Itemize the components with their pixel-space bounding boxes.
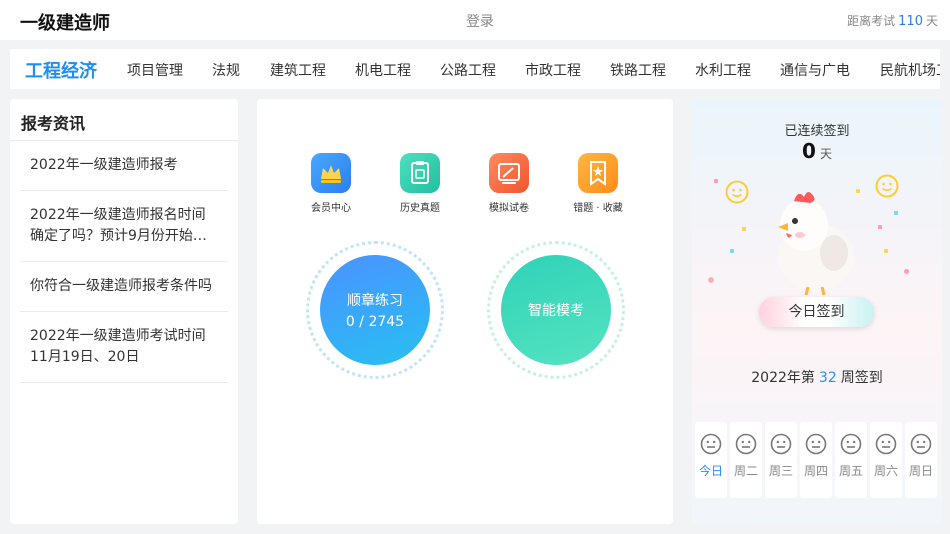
smart-mock-exam-label: 智能模考	[528, 303, 584, 319]
neutral-face-icon	[735, 433, 757, 455]
news-item[interactable]: 2022年一级建造师报名时间确定了吗？预计9月份开始报名	[20, 191, 228, 262]
practice-panel: 会员中心 历史真题 模拟试卷 错题 · 收藏 顺章练习 0 / 2745 智能模…	[257, 99, 673, 524]
chapter-practice-button[interactable]: 顺章练习 0 / 2745	[306, 241, 444, 379]
day-saturday[interactable]: 周六	[870, 422, 902, 498]
member-center-button[interactable]: 会员中心	[291, 153, 371, 214]
streak-unit: 天	[819, 147, 832, 161]
tab-engineering-economics[interactable]: 工程经济	[25, 57, 97, 83]
confetti	[730, 249, 734, 253]
countdown-unit: 天	[925, 14, 938, 28]
news-list: 2022年一级建造师报考 2022年一级建造师报名时间确定了吗？预计9月份开始报…	[20, 141, 228, 383]
week-year-prefix: 2022年第	[751, 370, 815, 386]
news-item-text: 2022年一级建造师报名时间确定了吗？预计9月份开始报名	[30, 207, 207, 244]
subject-tabs: 工程经济 项目管理 法规 建筑工程 机电工程 公路工程 市政工程 铁路工程 水利…	[10, 49, 940, 89]
tab-mechanical-electrical[interactable]: 机电工程	[355, 60, 411, 80]
confetti	[884, 249, 888, 253]
confetti	[878, 225, 882, 229]
mock-papers-label: 模拟试卷	[489, 203, 529, 214]
checkin-panel: 已连续签到 0天 今日签到 2022年第 32 周签到 今日 周二 周三 周四 …	[692, 99, 942, 524]
tab-railway-engineering[interactable]: 铁路工程	[610, 60, 666, 80]
day-label: 周二	[733, 464, 758, 478]
day-label: 周三	[768, 464, 793, 478]
week-number: 32	[818, 370, 837, 386]
pencil-board-icon	[489, 153, 529, 193]
top-bar: 一级建造师 登录 距离考试 110 天	[0, 0, 950, 40]
mistakes-favorites-label: 错题 · 收藏	[573, 203, 623, 214]
streak-label: 已连续签到	[784, 124, 850, 139]
mock-papers-button[interactable]: 模拟试卷	[469, 153, 549, 214]
streak-count-line: 0天	[692, 139, 942, 163]
day-friday[interactable]: 周五	[835, 422, 867, 498]
mistakes-favorites-button[interactable]: 错题 · 收藏	[558, 153, 638, 214]
exam-countdown: 距离考试 110 天	[847, 12, 938, 29]
day-sunday[interactable]: 周日	[905, 422, 937, 498]
tab-building-engineering[interactable]: 建筑工程	[270, 60, 326, 80]
news-item-text: 2022年一级建造师报考	[30, 157, 178, 173]
neutral-face-icon	[770, 433, 792, 455]
news-item-text: 2022年一级建造师考试时间11月19日、20日	[30, 328, 206, 365]
exam-paper-icon	[400, 153, 440, 193]
day-thursday[interactable]: 周四	[800, 422, 832, 498]
news-item-text: 你符合一级建造师报考条件吗	[30, 278, 212, 294]
confetti	[714, 179, 718, 183]
day-tuesday[interactable]: 周二	[730, 422, 762, 498]
day-label: 周四	[803, 464, 828, 478]
day-label: 今日	[698, 464, 723, 478]
week-checkin-title: 2022年第 32 周签到	[692, 367, 942, 387]
member-center-label: 会员中心	[311, 203, 351, 214]
news-item[interactable]: 你符合一级建造师报考条件吗	[20, 262, 228, 312]
streak-count: 0	[802, 139, 816, 163]
past-exams-label: 历史真题	[400, 203, 440, 214]
chapter-practice-label: 顺章练习	[347, 293, 403, 309]
confetti	[904, 269, 909, 274]
news-title: 报考资讯	[21, 114, 86, 133]
chapter-practice-progress: 0 / 2745	[345, 314, 405, 330]
neutral-face-icon	[840, 433, 862, 455]
day-label: 周六	[873, 464, 898, 478]
tab-regulations[interactable]: 法规	[212, 60, 240, 80]
weekday-checkin-row: 今日 周二 周三 周四 周五 周六 周日	[695, 422, 941, 498]
tab-municipal-engineering[interactable]: 市政工程	[525, 60, 581, 80]
tab-water-conservancy[interactable]: 水利工程	[695, 60, 751, 80]
bookmark-star-icon	[578, 153, 618, 193]
chapter-practice-circle: 顺章练习 0 / 2745	[320, 255, 430, 365]
week-suffix: 周签到	[840, 370, 883, 386]
day-label: 周五	[838, 464, 863, 478]
smiley-icon	[875, 174, 899, 198]
past-exams-button[interactable]: 历史真题	[380, 153, 460, 214]
tab-project-management[interactable]: 项目管理	[127, 60, 183, 80]
tab-communication-broadcast[interactable]: 通信与广电	[780, 60, 850, 80]
day-today[interactable]: 今日	[695, 422, 727, 498]
confetti	[742, 227, 746, 231]
news-item[interactable]: 2022年一级建造师报考	[20, 141, 228, 191]
tab-highway-engineering[interactable]: 公路工程	[440, 60, 496, 80]
countdown-prefix: 距离考试	[847, 14, 896, 28]
confetti	[894, 211, 898, 215]
chicken-mascot-icon	[778, 192, 854, 296]
neutral-face-icon	[805, 433, 827, 455]
neutral-face-icon	[910, 433, 932, 455]
confetti	[708, 277, 714, 283]
tab-civil-aviation-airport[interactable]: 民航机场工程	[880, 60, 940, 80]
smiley-icon	[725, 180, 749, 204]
neutral-face-icon	[700, 433, 722, 455]
app-title: 一级建造师	[20, 13, 110, 34]
smart-mock-exam-circle: 智能模考	[501, 255, 611, 365]
smart-mock-exam-button[interactable]: 智能模考	[487, 241, 625, 379]
checkin-today-button[interactable]: 今日签到	[759, 297, 874, 327]
news-item[interactable]: 2022年一级建造师考试时间11月19日、20日	[20, 312, 228, 383]
day-wednesday[interactable]: 周三	[765, 422, 797, 498]
neutral-face-icon	[875, 433, 897, 455]
crown-icon	[311, 153, 351, 193]
news-panel: 报考资讯 2022年一级建造师报考 2022年一级建造师报名时间确定了吗？预计9…	[10, 99, 238, 524]
login-link[interactable]: 登录	[466, 11, 494, 31]
countdown-days: 110	[898, 14, 923, 29]
day-label: 周日	[908, 464, 933, 478]
